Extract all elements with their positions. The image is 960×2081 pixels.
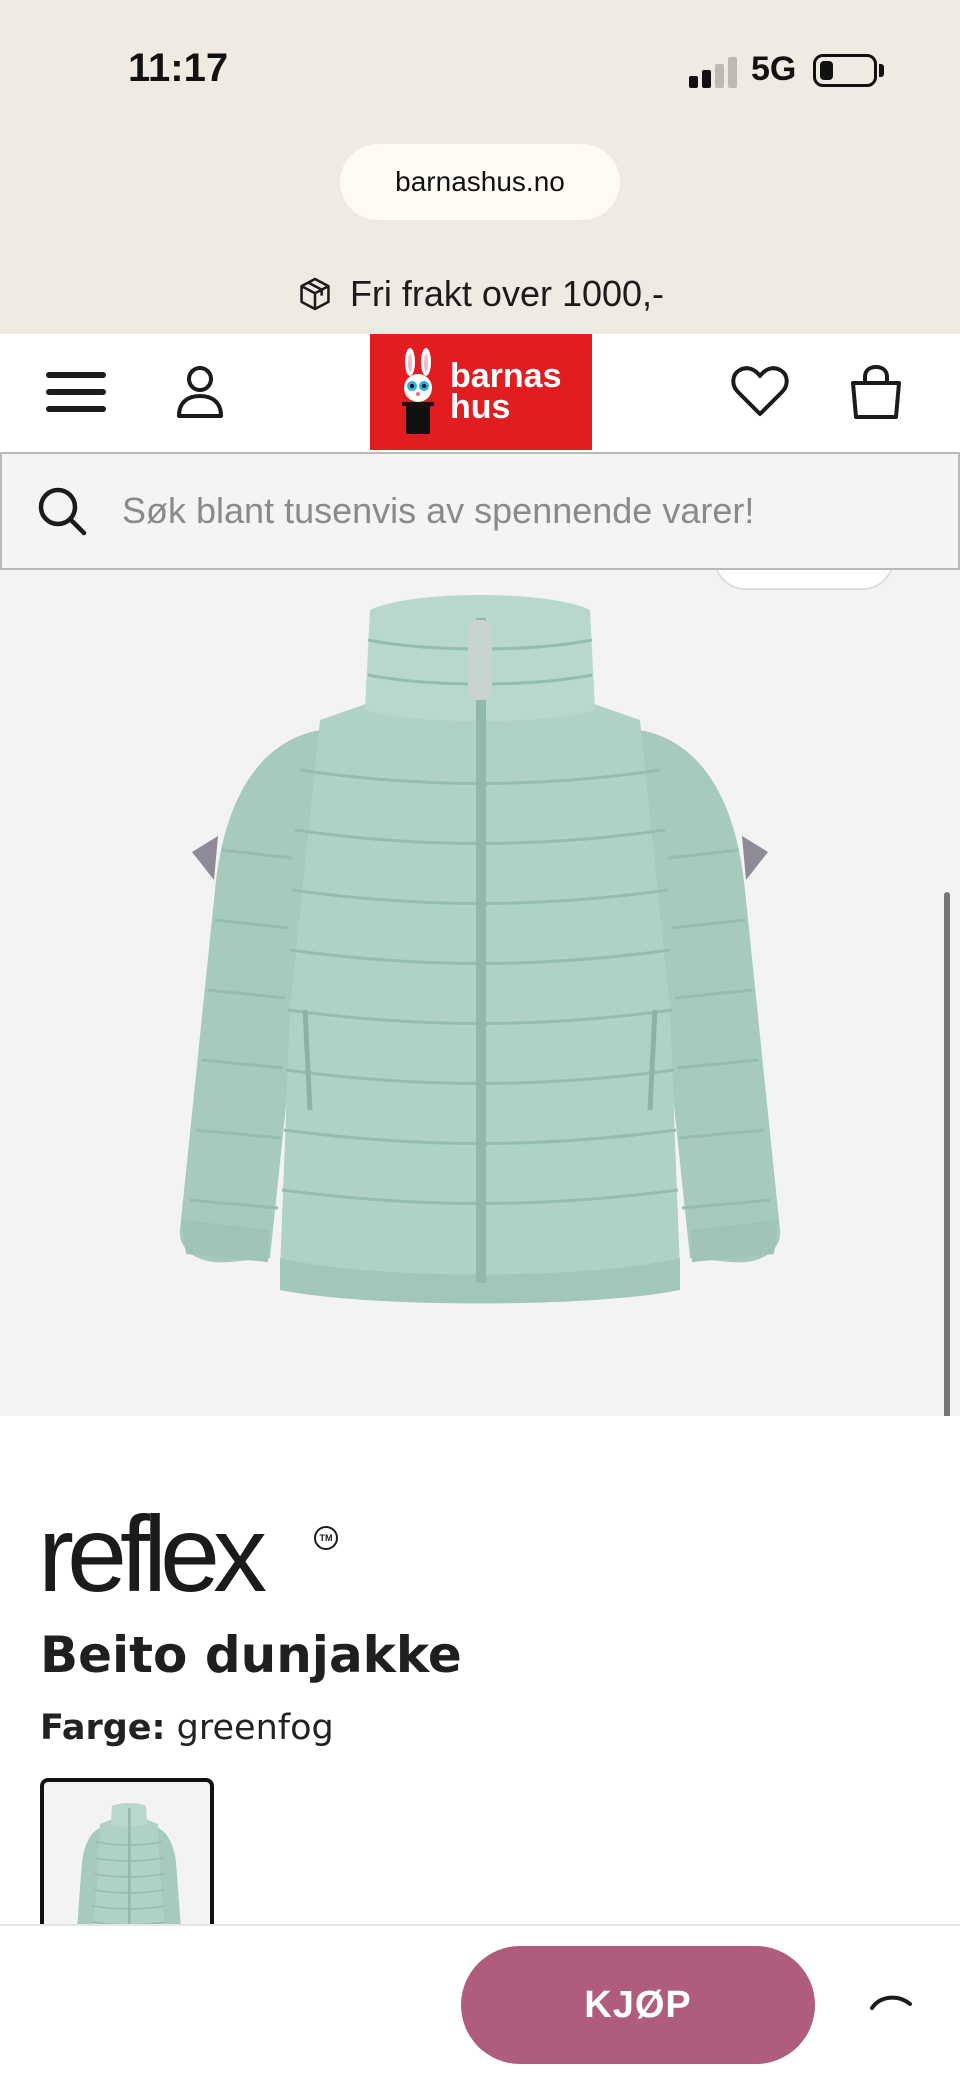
menu-icon [46, 372, 106, 412]
trademark-badge: TM [314, 1526, 338, 1550]
page-scrollbar[interactable] [944, 892, 950, 1416]
account-icon [177, 366, 223, 418]
color-value: greenfog [176, 1708, 334, 1748]
color-label: Farge: [40, 1708, 166, 1748]
url-text: barnashus.no [395, 166, 565, 197]
battery-icon [813, 54, 877, 87]
promo-text: Fri frakt over 1000,- [349, 273, 665, 314]
product-color: Farge: greenfog [40, 1708, 334, 1748]
battery-cap [879, 64, 884, 77]
promo-banner: Fri frakt over 1000,- [0, 266, 960, 322]
brand-logo[interactable]: reflex TM [38, 1500, 358, 1610]
cart-button[interactable] [840, 334, 912, 450]
logo-text: barnas hus [450, 359, 562, 426]
network-label: 5G [751, 50, 797, 88]
search-bar[interactable] [0, 452, 960, 570]
site-header: barnas hus [0, 334, 960, 450]
package-icon [300, 277, 330, 311]
swatch-thumbnail [77, 1803, 181, 1928]
site-logo[interactable]: barnas hus [370, 334, 592, 450]
gallery-badge[interactable] [714, 570, 894, 590]
product-image-gallery[interactable] [0, 570, 960, 1416]
product-title: Beito dunjakke [40, 1626, 462, 1684]
logo-line2: hus [450, 388, 511, 426]
url-bar[interactable]: barnashus.no [340, 144, 620, 220]
color-swatch-greenfog[interactable] [40, 1778, 214, 1928]
sticky-buy-bar: KJØP [0, 1924, 960, 2081]
buy-button[interactable]: KJØP [461, 1946, 815, 2064]
product-image [179, 595, 781, 1304]
loading-spinner-icon [870, 1995, 912, 2010]
wishlist-button[interactable] [720, 334, 800, 450]
search-input[interactable] [122, 490, 922, 532]
shopping-bag-icon [851, 365, 901, 419]
heart-icon [731, 366, 789, 416]
bunny-hat-logo-icon [402, 348, 434, 434]
search-icon [38, 487, 87, 536]
status-time: 11:17 [128, 46, 229, 90]
brand-name: reflex [38, 1493, 267, 1614]
account-button[interactable] [164, 334, 236, 450]
menu-button[interactable] [36, 334, 116, 450]
signal-icon [689, 56, 739, 88]
browser-chrome: 11:17 5G barnashus.no Fri frakt over 100… [0, 0, 960, 334]
